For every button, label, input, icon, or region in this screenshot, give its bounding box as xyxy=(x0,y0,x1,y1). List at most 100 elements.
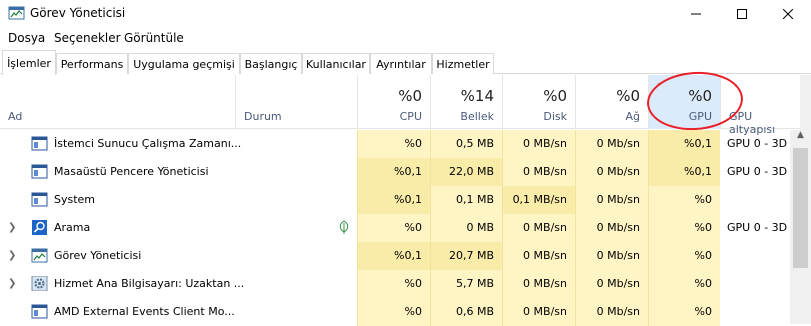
scroll-up-arrow-icon[interactable]: ▲ xyxy=(790,130,811,146)
tab-app-history[interactable]: Uygulama geçmişi xyxy=(128,53,240,74)
task-manager-app-icon xyxy=(8,6,25,20)
network-cell: 0 Mb/sn xyxy=(575,242,648,270)
expand-chevron-icon[interactable]: ❯ xyxy=(8,250,16,261)
close-icon xyxy=(783,8,793,19)
minimize-icon xyxy=(691,13,701,14)
memory-cell: 0,1 MB xyxy=(430,186,502,214)
cpu-cell: %0,1 xyxy=(357,158,430,186)
disk-total: %0 xyxy=(543,87,567,105)
cpu-cell: %0,1 xyxy=(357,242,430,270)
cpu-cell: %0 xyxy=(357,214,430,242)
disk-cell: 0 MB/sn xyxy=(502,130,575,158)
network-cell: 0 Mb/sn xyxy=(575,158,648,186)
process-name: System xyxy=(54,193,96,206)
process-name: İstemci Sunucu Çalışma Zamanı... xyxy=(54,137,242,150)
expand-chevron-icon[interactable]: ❯ xyxy=(8,222,16,233)
cpu-cell: %0 xyxy=(357,298,430,326)
gpu-cell: %0 xyxy=(648,214,720,242)
title-bar: Görev Yöneticisi xyxy=(0,0,811,27)
table-row[interactable]: ❯ Hizmet Ana Bilgisayarı: Uzaktan ... %0… xyxy=(0,270,800,298)
scroll-thumb[interactable] xyxy=(793,148,808,268)
column-header-gpu-engine[interactable]: GPU altyapısı xyxy=(720,75,800,136)
network-cell: 0 Mb/sn xyxy=(575,130,648,158)
column-header-name[interactable]: Ad xyxy=(0,75,235,129)
table-row[interactable]: System %0,1 0,1 MB 0,1 MB/sn 0 Mb/sn %0 xyxy=(0,186,800,214)
minimize-button[interactable] xyxy=(673,0,719,27)
gpu-cell: %0 xyxy=(648,298,720,326)
network-cell: 0 Mb/sn xyxy=(575,298,648,326)
cpu-total: %0 xyxy=(398,87,422,105)
menu-options[interactable]: Seçenekler xyxy=(54,31,121,45)
process-name: AMD External Events Client Mo... xyxy=(54,305,235,318)
sort-descending-icon: ˅ xyxy=(657,83,662,94)
disk-cell: 0 MB/sn xyxy=(502,270,575,298)
menu-file[interactable]: Dosya xyxy=(8,31,45,45)
close-button[interactable] xyxy=(765,0,811,27)
column-label-name: Ad xyxy=(8,110,23,123)
window-icon xyxy=(31,164,48,179)
vertical-scrollbar[interactable]: ▲ xyxy=(790,130,811,324)
network-cell: 0 Mb/sn xyxy=(575,270,648,298)
column-header-network[interactable]: %0 Ağ xyxy=(575,75,648,129)
column-label-network: Ağ xyxy=(625,110,640,123)
memory-cell: 0 MB xyxy=(430,214,502,242)
maximize-button[interactable] xyxy=(719,0,765,27)
gpu-cell: %0 xyxy=(648,270,720,298)
tab-details[interactable]: Ayrıntılar xyxy=(370,53,432,74)
memory-total: %14 xyxy=(460,87,494,105)
column-label-cpu: CPU xyxy=(399,110,422,123)
column-label-memory: Bellek xyxy=(460,110,494,123)
gpu-cell: %0,1 xyxy=(648,158,720,186)
gpu-engine-cell: GPU 0 - 3D xyxy=(727,221,788,234)
tab-services[interactable]: Hizmetler xyxy=(432,53,494,74)
gpu-cell: %0 xyxy=(648,186,720,214)
process-name: Masaüstü Pencere Yöneticisi xyxy=(54,165,209,178)
window-title: Görev Yöneticisi xyxy=(30,6,126,20)
tab-startup[interactable]: Başlangıç xyxy=(240,53,302,74)
maximize-icon xyxy=(737,8,747,19)
header-scroll-gap xyxy=(800,75,811,130)
window-icon xyxy=(31,192,48,207)
tab-performance[interactable]: Performans xyxy=(56,53,128,74)
memory-cell: 0,6 MB xyxy=(430,298,502,326)
menu-bar: Dosya Seçenekler Görüntüle xyxy=(0,28,811,48)
process-name: Görev Yöneticisi xyxy=(54,249,142,262)
table-row[interactable]: ❯ Görev Yöneticisi %0,1 20,7 MB 0 MB/sn … xyxy=(0,242,800,270)
column-label-disk: Disk xyxy=(543,110,567,123)
cpu-cell: %0,1 xyxy=(357,186,430,214)
tab-strip: İşlemler Performans Uygulama geçmişi Baş… xyxy=(0,50,811,75)
memory-cell: 22,0 MB xyxy=(430,158,502,186)
disk-cell: 0 MB/sn xyxy=(502,242,575,270)
search-icon xyxy=(32,220,47,235)
column-header-cpu[interactable]: %0 CPU xyxy=(357,75,430,129)
window-icon xyxy=(31,136,48,151)
memory-cell: 0,5 MB xyxy=(430,130,502,158)
network-cell: 0 Mb/sn xyxy=(575,186,648,214)
table-row[interactable]: AMD External Events Client Mo... %0 0,6 … xyxy=(0,298,800,326)
expand-chevron-icon[interactable]: ❯ xyxy=(8,278,16,289)
column-header-gpu[interactable]: ˅ %0 GPU xyxy=(648,75,720,129)
table-row[interactable]: İstemci Sunucu Çalışma Zamanı... %0 0,5 … xyxy=(0,130,800,158)
table-row[interactable]: ❯ Arama %0 0 MB 0 MB/sn 0 Mb/sn %0 GPU 0… xyxy=(0,214,800,242)
suspended-leaf-icon xyxy=(339,220,349,234)
column-header-status[interactable]: Durum xyxy=(235,75,357,129)
menu-view[interactable]: Görüntüle xyxy=(124,31,184,45)
disk-cell: 0 MB/sn xyxy=(502,158,575,186)
gear-icon xyxy=(31,276,48,291)
tab-processes[interactable]: İşlemler xyxy=(2,50,56,75)
column-header-row: Ad Durum %0 CPU %14 Bellek %0 Disk %0 Ağ… xyxy=(0,75,800,136)
disk-cell: 0,1 MB/sn xyxy=(502,186,575,214)
gpu-engine-cell: GPU 0 - 3D xyxy=(727,165,788,178)
disk-cell: 0 MB/sn xyxy=(502,298,575,326)
gpu-cell: %0,1 xyxy=(648,130,720,158)
memory-cell: 5,7 MB xyxy=(430,270,502,298)
column-header-memory[interactable]: %14 Bellek xyxy=(430,75,502,129)
process-name: Arama xyxy=(54,221,91,234)
column-header-disk[interactable]: %0 Disk xyxy=(502,75,575,129)
gpu-cell: %0 xyxy=(648,242,720,270)
tab-users[interactable]: Kullanıcılar xyxy=(302,53,370,74)
process-name: Hizmet Ana Bilgisayarı: Uzaktan ... xyxy=(54,277,245,290)
table-row[interactable]: Masaüstü Pencere Yöneticisi %0,1 22,0 MB… xyxy=(0,158,800,186)
network-cell: 0 Mb/sn xyxy=(575,214,648,242)
gpu-total: %0 xyxy=(688,87,712,105)
